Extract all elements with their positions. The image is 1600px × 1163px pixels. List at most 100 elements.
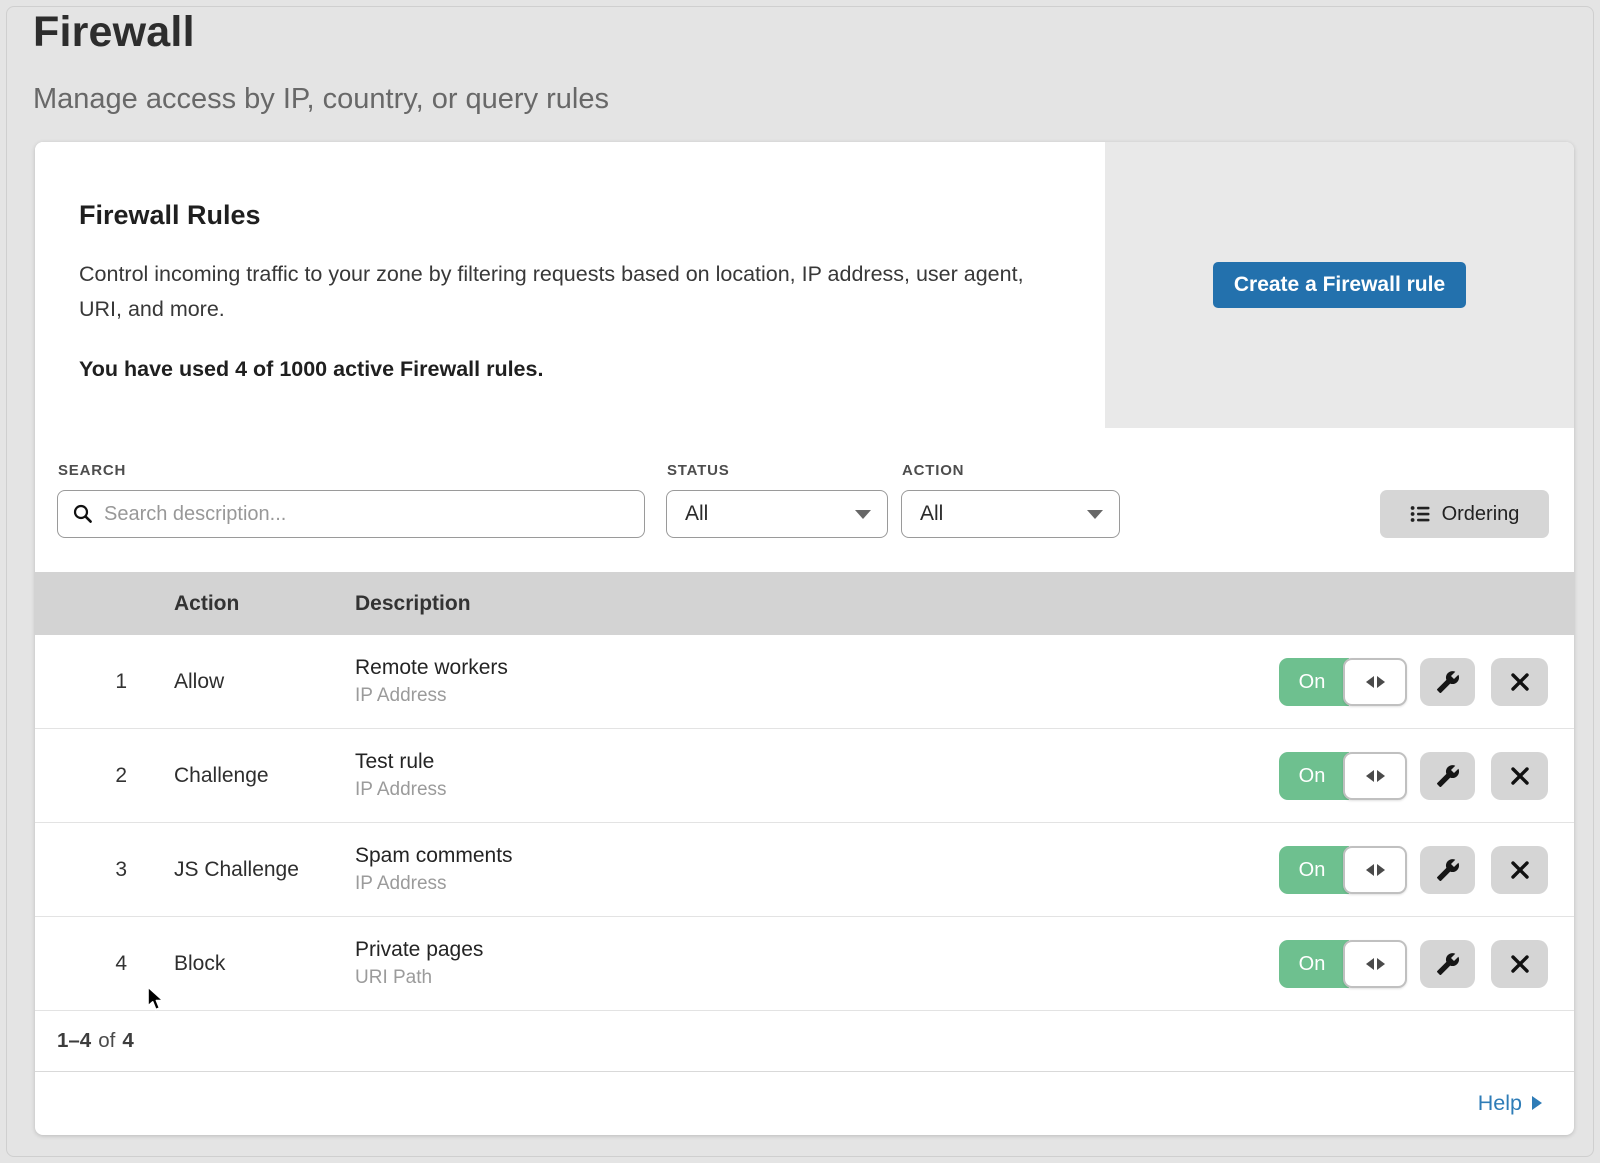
rule-priority: 3 <box>75 823 127 916</box>
status-select-value: All <box>685 502 708 526</box>
toggle-arrow-right-icon <box>1377 958 1385 970</box>
rule-controls: On <box>35 917 1574 1010</box>
pagination: 1–4 of 4 <box>35 1011 1574 1072</box>
delete-rule-button[interactable] <box>1491 940 1548 988</box>
rule-enabled-toggle[interactable]: On <box>1279 846 1407 894</box>
toggle-knob[interactable] <box>1343 940 1407 988</box>
search-label: SEARCH <box>58 462 126 479</box>
delete-rule-button[interactable] <box>1491 846 1548 894</box>
table-header: Action Description <box>35 572 1574 635</box>
pagination-total: 4 <box>122 1029 133 1053</box>
firewall-rules-intro: Firewall Rules Control incoming traffic … <box>35 142 1105 428</box>
rule-priority: 1 <box>75 635 127 728</box>
firewall-card: Firewall Rules Control incoming traffic … <box>35 142 1574 1135</box>
rule-enabled-toggle[interactable]: On <box>1279 658 1407 706</box>
wrench-icon <box>1436 858 1460 882</box>
toggle-knob[interactable] <box>1343 658 1407 706</box>
page-subtitle: Manage access by IP, country, or query r… <box>33 83 609 116</box>
create-firewall-rule-button[interactable]: Create a Firewall rule <box>1213 262 1466 308</box>
toggle-arrow-left-icon <box>1366 676 1374 688</box>
rule-controls: On <box>35 635 1574 728</box>
ordering-button[interactable]: Ordering <box>1380 490 1549 538</box>
column-header-description: Description <box>355 592 471 616</box>
column-header-action: Action <box>174 592 239 616</box>
ordered-list-icon <box>1410 504 1431 524</box>
help-link-label: Help <box>1478 1091 1522 1116</box>
rule-description: Test rule <box>355 750 447 774</box>
rule-description: Private pages <box>355 938 483 962</box>
ordering-button-label: Ordering <box>1442 503 1520 526</box>
page-title: Firewall <box>33 8 609 57</box>
toggle-arrow-left-icon <box>1366 864 1374 876</box>
action-label: ACTION <box>902 462 964 479</box>
wrench-icon <box>1436 952 1460 976</box>
toggle-arrow-left-icon <box>1366 770 1374 782</box>
firewall-rules-title: Firewall Rules <box>79 200 1065 231</box>
close-icon <box>1509 953 1531 975</box>
close-icon <box>1509 765 1531 787</box>
edit-rule-button[interactable] <box>1420 752 1475 800</box>
toggle-arrow-right-icon <box>1377 770 1385 782</box>
toggle-arrow-right-icon <box>1377 676 1385 688</box>
page-header: Firewall Manage access by IP, country, o… <box>33 8 609 116</box>
edit-rule-button[interactable] <box>1420 940 1475 988</box>
chevron-down-icon <box>1087 510 1103 519</box>
wrench-icon <box>1436 764 1460 788</box>
rule-description-cell: Private pages URI Path <box>355 917 483 1010</box>
delete-rule-button[interactable] <box>1491 752 1548 800</box>
toggle-on-label: On <box>1279 846 1349 894</box>
table-row: 3 JS Challenge Spam comments IP Address … <box>35 823 1574 917</box>
firewall-rules-usage: You have used 4 of 1000 active Firewall … <box>79 357 1065 382</box>
rule-action: Block <box>174 917 225 1010</box>
action-select[interactable]: All <box>901 490 1120 538</box>
close-icon <box>1509 859 1531 881</box>
toggle-knob[interactable] <box>1343 846 1407 894</box>
delete-rule-button[interactable] <box>1491 658 1548 706</box>
search-input[interactable] <box>104 503 630 526</box>
rule-description: Remote workers <box>355 656 508 680</box>
rule-action: JS Challenge <box>174 823 299 916</box>
rule-priority: 4 <box>75 917 127 1010</box>
toggle-on-label: On <box>1279 940 1349 988</box>
rule-description-cell: Test rule IP Address <box>355 729 447 822</box>
create-rule-panel: Create a Firewall rule <box>1105 142 1574 428</box>
rule-action: Allow <box>174 635 224 728</box>
status-label: STATUS <box>667 462 730 479</box>
help-link[interactable]: Help <box>1478 1091 1542 1116</box>
pagination-of: of <box>98 1029 115 1053</box>
toggle-knob[interactable] <box>1343 752 1407 800</box>
rule-description-cell: Remote workers IP Address <box>355 635 508 728</box>
rule-match-type: IP Address <box>355 779 447 801</box>
edit-rule-button[interactable] <box>1420 658 1475 706</box>
toggle-arrow-right-icon <box>1377 864 1385 876</box>
rule-description-cell: Spam comments IP Address <box>355 823 513 916</box>
table-row: 4 Block Private pages URI Path On <box>35 917 1574 1011</box>
help-arrow-icon <box>1532 1096 1542 1110</box>
firewall-rules-hero: Firewall Rules Control incoming traffic … <box>35 142 1574 428</box>
rule-enabled-toggle[interactable]: On <box>1279 940 1407 988</box>
rule-match-type: IP Address <box>355 873 513 895</box>
edit-rule-button[interactable] <box>1420 846 1475 894</box>
rule-match-type: URI Path <box>355 967 483 989</box>
table-row: 2 Challenge Test rule IP Address On <box>35 729 1574 823</box>
rule-action: Challenge <box>174 729 269 822</box>
action-select-value: All <box>920 502 943 526</box>
status-select[interactable]: All <box>666 490 888 538</box>
search-box[interactable] <box>57 490 645 538</box>
rule-description: Spam comments <box>355 844 513 868</box>
toggle-on-label: On <box>1279 752 1349 800</box>
table-row: 1 Allow Remote workers IP Address On <box>35 635 1574 729</box>
help-bar: Help <box>35 1072 1574 1134</box>
filter-bar: SEARCH STATUS All ACTION All <box>35 428 1574 572</box>
search-icon <box>72 503 94 525</box>
rule-priority: 2 <box>75 729 127 822</box>
close-icon <box>1509 671 1531 693</box>
rules-list: 1 Allow Remote workers IP Address On <box>35 635 1574 1011</box>
wrench-icon <box>1436 670 1460 694</box>
rule-match-type: IP Address <box>355 685 508 707</box>
rule-enabled-toggle[interactable]: On <box>1279 752 1407 800</box>
toggle-arrow-left-icon <box>1366 958 1374 970</box>
firewall-rules-description: Control incoming traffic to your zone by… <box>79 257 1029 327</box>
toggle-on-label: On <box>1279 658 1349 706</box>
pagination-range: 1–4 <box>57 1029 91 1053</box>
